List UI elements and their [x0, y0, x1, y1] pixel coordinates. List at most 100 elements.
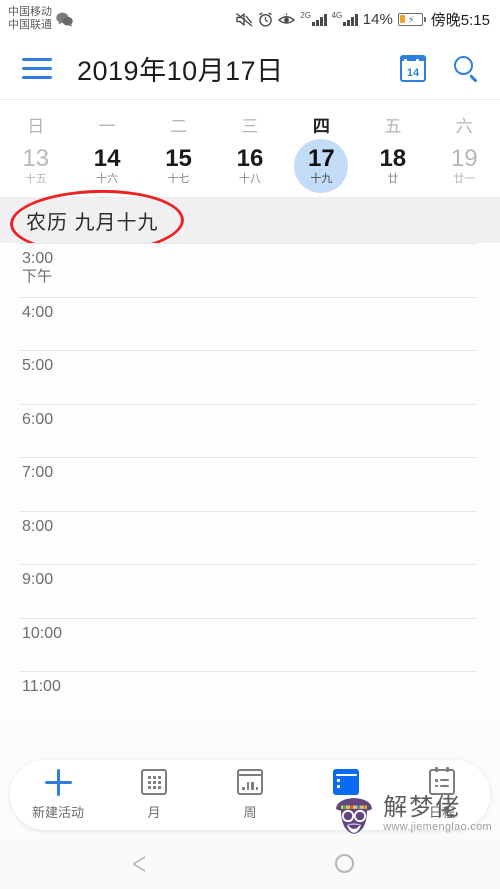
sim1-signal-bars — [312, 13, 327, 26]
status-bar: 中国移动 中国联通 2G 4G 14% ⚡ 傍晚5:15 — [0, 0, 500, 38]
time-slot-11[interactable]: 11:00 — [0, 671, 500, 721]
slot-divider — [20, 296, 476, 298]
watermark: 解梦佬 www.jiemenglao.com — [331, 791, 492, 837]
slot-time-label: 8:00 — [22, 517, 54, 535]
alarm-icon — [258, 11, 273, 27]
signal-sim1: 2G — [300, 11, 327, 26]
date-cell-13[interactable]: 13 十五 — [9, 139, 63, 193]
wechat-icon — [56, 12, 73, 32]
sim1-network-label: 2G — [300, 11, 312, 20]
slot-time-label: 9:00 — [22, 571, 54, 588]
tab-label: 月 — [147, 805, 161, 820]
week-view-icon — [237, 769, 263, 795]
month-view-icon — [141, 769, 167, 795]
date-lunar: 廿一 — [453, 173, 476, 185]
home-circle-icon[interactable] — [334, 854, 354, 873]
weekday-header-5: 五 — [384, 117, 402, 136]
slot-divider — [20, 350, 476, 351]
date-number: 16 — [236, 145, 264, 172]
slot-time-label: 6:00 — [22, 410, 54, 428]
time-slot-10[interactable]: 10:00 — [0, 617, 500, 672]
date-cell-17-selected[interactable]: 17 十九 — [294, 139, 349, 193]
slot-time-label: 7:00 — [22, 464, 54, 481]
date-lunar: 廿 — [387, 173, 399, 185]
slot-meridiem-label: 下午 — [22, 268, 53, 285]
slot-time-label: 11:00 — [22, 678, 61, 695]
hipster-face-logo — [331, 791, 377, 837]
android-nav-bar — [0, 838, 500, 889]
watermark-url: www.jiemenglao.com — [383, 821, 492, 833]
sim2-network-label: 4G — [331, 11, 343, 20]
slot-divider — [20, 243, 476, 244]
date-number: 19 — [450, 145, 478, 172]
tab-new-event[interactable]: 新建活动 — [10, 768, 106, 821]
eye-care-icon — [278, 13, 296, 26]
tab-label: 新建活动 — [31, 805, 84, 820]
tab-label: 周 — [243, 805, 257, 820]
plus-icon — [45, 768, 72, 796]
slot-time-label: 5:00 — [22, 357, 54, 374]
time-slot-4[interactable]: 4:00 — [0, 296, 500, 351]
lunar-date-banner: 农历 九月十九 — [0, 187, 500, 257]
back-triangle-icon[interactable] — [132, 854, 162, 874]
tab-week[interactable]: 周 — [202, 769, 298, 821]
weekday-header-4: 四 — [312, 117, 330, 136]
battery-percent-label: 14% — [362, 10, 393, 28]
status-icons: 2G 4G 14% ⚡ 傍晚5:15 — [236, 9, 490, 30]
time-slot-5[interactable]: 5:00 — [0, 350, 500, 404]
date-row: 13 十五 14 十六 15 十七 16 十八 17 十九 18 廿 19 廿一 — [0, 139, 500, 193]
weekday-header-1: 一 — [98, 117, 116, 136]
time-slot-3pm[interactable]: 3:00 下午 — [0, 243, 500, 297]
app-bar-actions: 14 — [399, 55, 480, 83]
battery-icon: ⚡ — [397, 12, 426, 26]
carrier-names: 中国移动 中国联通 — [8, 6, 52, 32]
status-clock: 傍晚5:15 — [430, 11, 490, 29]
carrier-sim2: 中国联通 — [8, 19, 52, 31]
weekday-header-3: 三 — [241, 117, 259, 136]
watermark-text: 解梦佬 www.jiemenglao.com — [383, 795, 492, 833]
slot-time-label: 3:00 — [22, 250, 54, 267]
phone-screen: 中国移动 中国联通 2G 4G 14% ⚡ 傍晚5:15 2019年10月17日… — [0, 0, 500, 889]
weekday-header-0: 日 — [27, 117, 45, 136]
date-lunar: 十九 — [310, 173, 333, 185]
sim2-signal-bars — [343, 13, 358, 26]
calendar-today-number: 14 — [406, 66, 420, 79]
tab-month[interactable]: 月 — [106, 769, 202, 821]
slot-divider — [20, 510, 476, 512]
weekday-header-row: 日 一 二 三 四 五 六 — [0, 106, 500, 139]
time-slot-7[interactable]: 7:00 — [0, 457, 500, 511]
app-bar: 2019年10月17日 14 — [0, 38, 500, 100]
weekday-header-2: 二 — [170, 117, 188, 136]
slot-divider — [20, 617, 476, 619]
date-lunar: 十七 — [167, 173, 190, 185]
time-slot-9[interactable]: 9:00 — [0, 564, 500, 618]
calendar-today-icon[interactable]: 14 — [399, 55, 427, 82]
lunar-date-text: 农历 九月十九 — [26, 212, 159, 234]
carrier-info: 中国移动 中国联通 — [8, 6, 73, 32]
slot-divider — [20, 403, 476, 405]
date-number: 18 — [379, 145, 407, 172]
date-cell-18[interactable]: 18 廿 — [366, 139, 420, 193]
date-lunar: 十八 — [238, 173, 261, 185]
date-number: 17 — [308, 145, 335, 172]
date-number: 15 — [165, 145, 192, 172]
date-cell-15[interactable]: 15 十七 — [152, 139, 206, 193]
date-cell-19[interactable]: 19 廿一 — [437, 139, 491, 193]
agenda-grid[interactable]: 3:00 下午 4:00 5:00 6:00 7:00 8:00 9:00 10… — [0, 243, 500, 721]
signal-sim2: 4G — [332, 12, 358, 26]
slot-divider — [20, 671, 476, 672]
date-cell-14[interactable]: 14 十六 — [80, 139, 134, 193]
slot-divider — [20, 457, 476, 458]
time-slot-6[interactable]: 6:00 — [0, 403, 500, 458]
search-icon[interactable] — [454, 55, 480, 83]
mute-icon — [236, 12, 253, 27]
battery-charging-glyph: ⚡ — [407, 14, 415, 26]
time-slot-8[interactable]: 8:00 — [0, 510, 500, 565]
slot-time-label: 4:00 — [22, 303, 54, 321]
hamburger-menu-icon[interactable] — [22, 58, 52, 79]
date-cell-16[interactable]: 16 十八 — [223, 139, 277, 193]
slot-divider — [20, 564, 476, 565]
page-title: 2019年10月17日 — [77, 56, 284, 86]
date-lunar: 十五 — [24, 173, 47, 185]
watermark-title: 解梦佬 — [383, 793, 462, 821]
